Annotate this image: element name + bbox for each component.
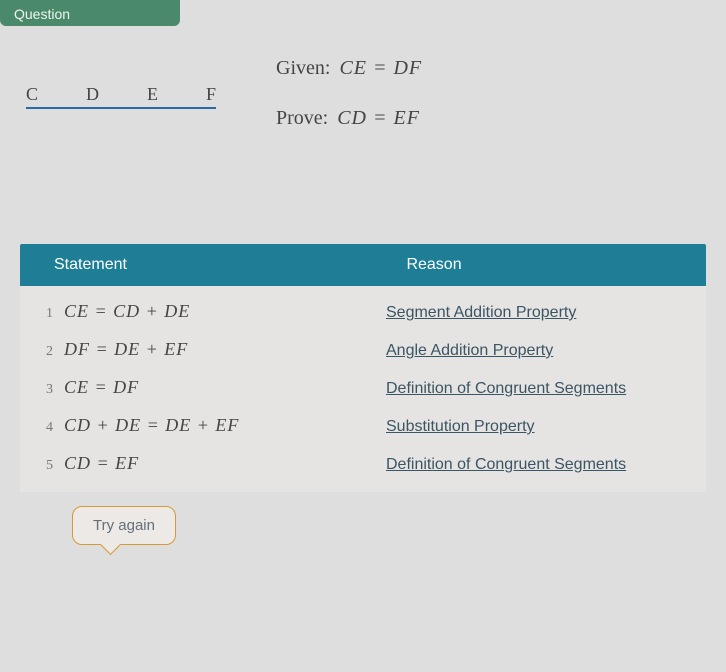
- proof-table: Statement Reason 1 CE = CD + DE Segment …: [20, 244, 706, 545]
- header-reason: Reason: [390, 244, 706, 286]
- reason-link[interactable]: Substitution Property: [386, 414, 690, 436]
- try-again-button[interactable]: Try again: [72, 506, 176, 545]
- table-row: 5 CD = EF Definition of Congruent Segmen…: [20, 444, 706, 482]
- statement-cell: CD = EF: [64, 453, 386, 474]
- point-c: C: [26, 84, 38, 105]
- row-number: 5: [46, 458, 64, 474]
- question-label: Question: [14, 6, 70, 22]
- statement-cell: CD + DE = DE + EF: [64, 415, 386, 436]
- reason-link[interactable]: Definition of Congruent Segments: [386, 376, 690, 398]
- row-number: 2: [46, 344, 64, 360]
- table-row: 3 CE = DF Definition of Congruent Segmen…: [20, 368, 706, 406]
- given-label: Given:: [276, 57, 330, 79]
- table-row: 1 CE = CD + DE Segment Addition Property: [20, 292, 706, 330]
- header-statement: Statement: [20, 244, 390, 286]
- reason-link[interactable]: Angle Addition Property: [386, 338, 690, 360]
- prove-label: Prove:: [276, 107, 328, 129]
- point-e: E: [147, 84, 158, 105]
- question-header: Question: [0, 0, 180, 26]
- point-d: D: [86, 84, 99, 105]
- statement-cell: DF = DE + EF: [64, 339, 386, 360]
- statement-cell: CE = CD + DE: [64, 301, 386, 322]
- table-row: 2 DF = DE + EF Angle Addition Property: [20, 330, 706, 368]
- row-number: 4: [46, 420, 64, 436]
- row-number: 3: [46, 382, 64, 398]
- reason-link[interactable]: Segment Addition Property: [386, 300, 690, 322]
- prove-equation: CD = EF: [337, 107, 420, 129]
- reason-link[interactable]: Definition of Congruent Segments: [386, 452, 690, 474]
- table-header: Statement Reason: [20, 244, 706, 286]
- given-prove: Given: CE = DF Prove: CD = EF: [276, 54, 422, 154]
- statement-cell: CE = DF: [64, 377, 386, 398]
- problem-area: C D E F Given: CE = DF Prove: CD = EF: [20, 54, 706, 154]
- segment-diagram: C D E F: [26, 84, 216, 109]
- row-number: 1: [46, 306, 64, 322]
- table-row: 4 CD + DE = DE + EF Substitution Propert…: [20, 406, 706, 444]
- point-f: F: [206, 84, 216, 105]
- given-equation: CE = DF: [339, 57, 422, 79]
